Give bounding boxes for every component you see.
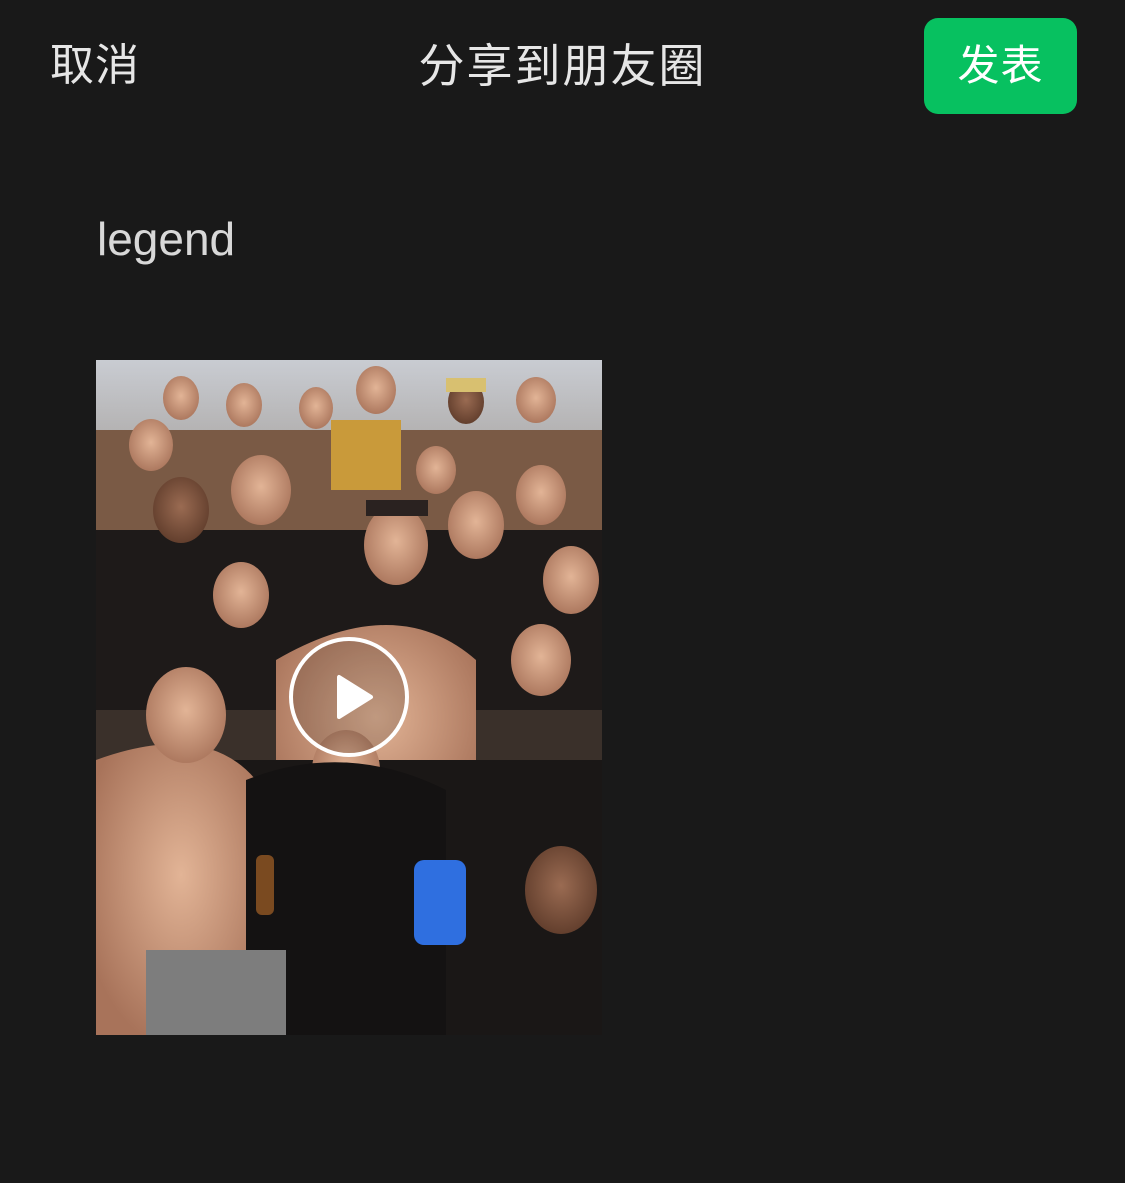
post-caption-text[interactable]: legend <box>97 208 235 270</box>
play-icon <box>337 675 373 719</box>
top-bar: 取消 分享到朋友圈 发表 <box>0 0 1125 135</box>
video-thumbnail[interactable] <box>96 360 602 1035</box>
play-button[interactable] <box>289 637 409 757</box>
share-to-moments-screen: 取消 分享到朋友圈 发表 legend <box>0 0 1125 1183</box>
publish-button[interactable]: 发表 <box>924 18 1077 114</box>
